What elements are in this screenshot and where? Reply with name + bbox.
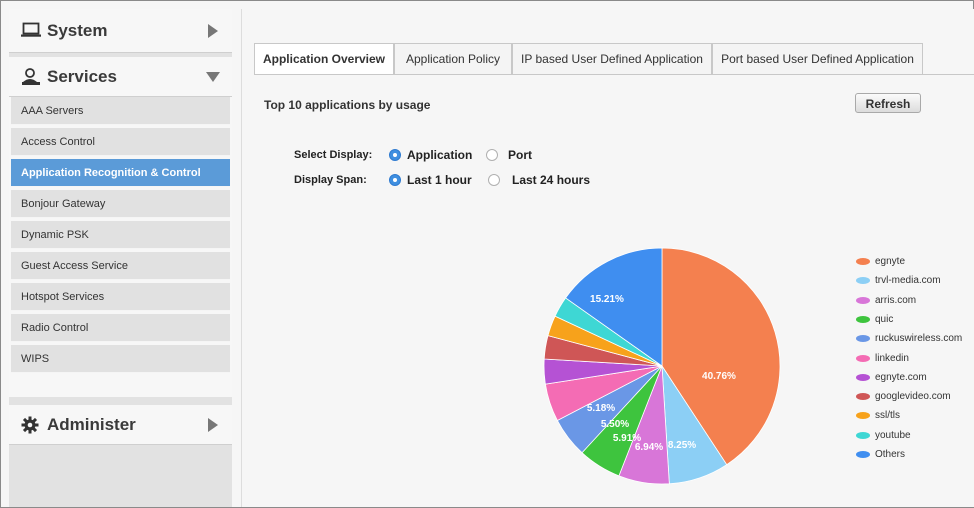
tab-divider (254, 74, 974, 75)
app-frame: System Services AAA Servers Access Contr… (0, 0, 974, 508)
chevron-right-icon (208, 418, 218, 432)
pie-data-label: 5.50% (601, 419, 629, 430)
sidebar: System Services AAA Servers Access Contr… (9, 9, 232, 507)
legend-swatch (856, 335, 870, 343)
sidebar-services-label: Services (47, 67, 117, 86)
sidebar-item-application-recognition[interactable]: Application Recognition & Control (11, 159, 230, 187)
radio-last-1-hour-label[interactable]: Last 1 hour (407, 173, 472, 187)
sidebar-item-wips[interactable]: WIPS (11, 345, 230, 373)
page-heading: Top 10 applications by usage (264, 98, 431, 112)
tab-application-policy[interactable]: Application Policy (394, 43, 512, 74)
usage-pie-chart: 40.76%8.25%6.94%5.91%5.50%5.18%15.21% (543, 247, 781, 485)
chevron-right-icon (208, 24, 218, 38)
legend-swatch (856, 277, 870, 285)
services-menu: AAA Servers Access Control Application R… (9, 97, 232, 397)
radio-port[interactable] (486, 149, 498, 161)
legend-swatch (856, 315, 870, 323)
display-span-label: Display Span: (294, 174, 367, 186)
sidebar-system-label: System (47, 21, 108, 40)
legend-label: youtube (875, 429, 911, 441)
legend-swatch (856, 258, 870, 265)
sidebar-section-services[interactable]: Services (9, 57, 232, 97)
legend-label: linkedin (875, 352, 909, 364)
sidebar-item-radio-control[interactable]: Radio Control (11, 314, 230, 342)
legend-swatch (856, 393, 870, 401)
sidebar-section-system[interactable]: System (9, 9, 232, 53)
pie-data-label: 5.91% (613, 433, 641, 444)
legend-label: egnyte.com (875, 371, 927, 383)
radio-application[interactable] (389, 149, 401, 161)
radio-application-label[interactable]: Application (407, 148, 472, 162)
radio-last-24-hours-label[interactable]: Last 24 hours (512, 173, 590, 187)
legend-label: ruckuswireless.com (875, 333, 963, 345)
sidebar-item-guest-access-service[interactable]: Guest Access Service (11, 252, 230, 280)
legend-swatch (856, 412, 870, 420)
radio-last-24-hours[interactable] (488, 174, 500, 186)
laptop-icon (21, 22, 41, 43)
tab-port-based-user-defined-application[interactable]: Port based User Defined Application (712, 43, 923, 74)
radio-last-1-hour[interactable] (389, 174, 401, 186)
sidebar-item-dynamic-psk[interactable]: Dynamic PSK (11, 221, 230, 249)
pie-data-label: 15.21% (590, 294, 624, 305)
legend-label: ssl/tls (875, 410, 900, 422)
legend-swatch (856, 451, 870, 458)
radio-port-label[interactable]: Port (508, 148, 532, 162)
pie-data-label: 5.18% (587, 403, 615, 414)
legend-swatch (856, 354, 870, 362)
sidebar-item-aaa-servers[interactable]: AAA Servers (11, 97, 230, 125)
main-content: Application Overview Application Policy … (241, 9, 974, 507)
legend-label: trvl-media.com (875, 275, 941, 287)
refresh-button[interactable]: Refresh (855, 93, 921, 113)
gear-icon (21, 416, 39, 439)
services-icon (21, 68, 41, 91)
select-display-label: Select Display: (294, 149, 373, 161)
sidebar-item-hotspot-services[interactable]: Hotspot Services (11, 283, 230, 311)
sidebar-administer-label: Administer (47, 415, 136, 434)
legend-label: arris.com (875, 294, 917, 306)
legend-swatch (856, 373, 870, 381)
legend-label: egnyte (875, 256, 906, 267)
tab-ip-based-user-defined-application[interactable]: IP based User Defined Application (512, 43, 712, 74)
sidebar-section-administer[interactable]: Administer (9, 405, 232, 445)
tab-application-overview[interactable]: Application Overview (254, 43, 394, 75)
chevron-down-icon (206, 72, 220, 82)
pie-data-label: 40.76% (702, 371, 736, 382)
pie-data-label: 8.25% (668, 440, 696, 451)
legend-label: quic (875, 313, 894, 325)
legend-label: googlevideo.com (875, 391, 951, 403)
legend-swatch (856, 431, 870, 439)
legend-swatch (856, 296, 870, 304)
legend-label: Others (875, 449, 906, 460)
sidebar-item-bonjour-gateway[interactable]: Bonjour Gateway (11, 190, 230, 218)
sidebar-item-access-control[interactable]: Access Control (11, 128, 230, 156)
